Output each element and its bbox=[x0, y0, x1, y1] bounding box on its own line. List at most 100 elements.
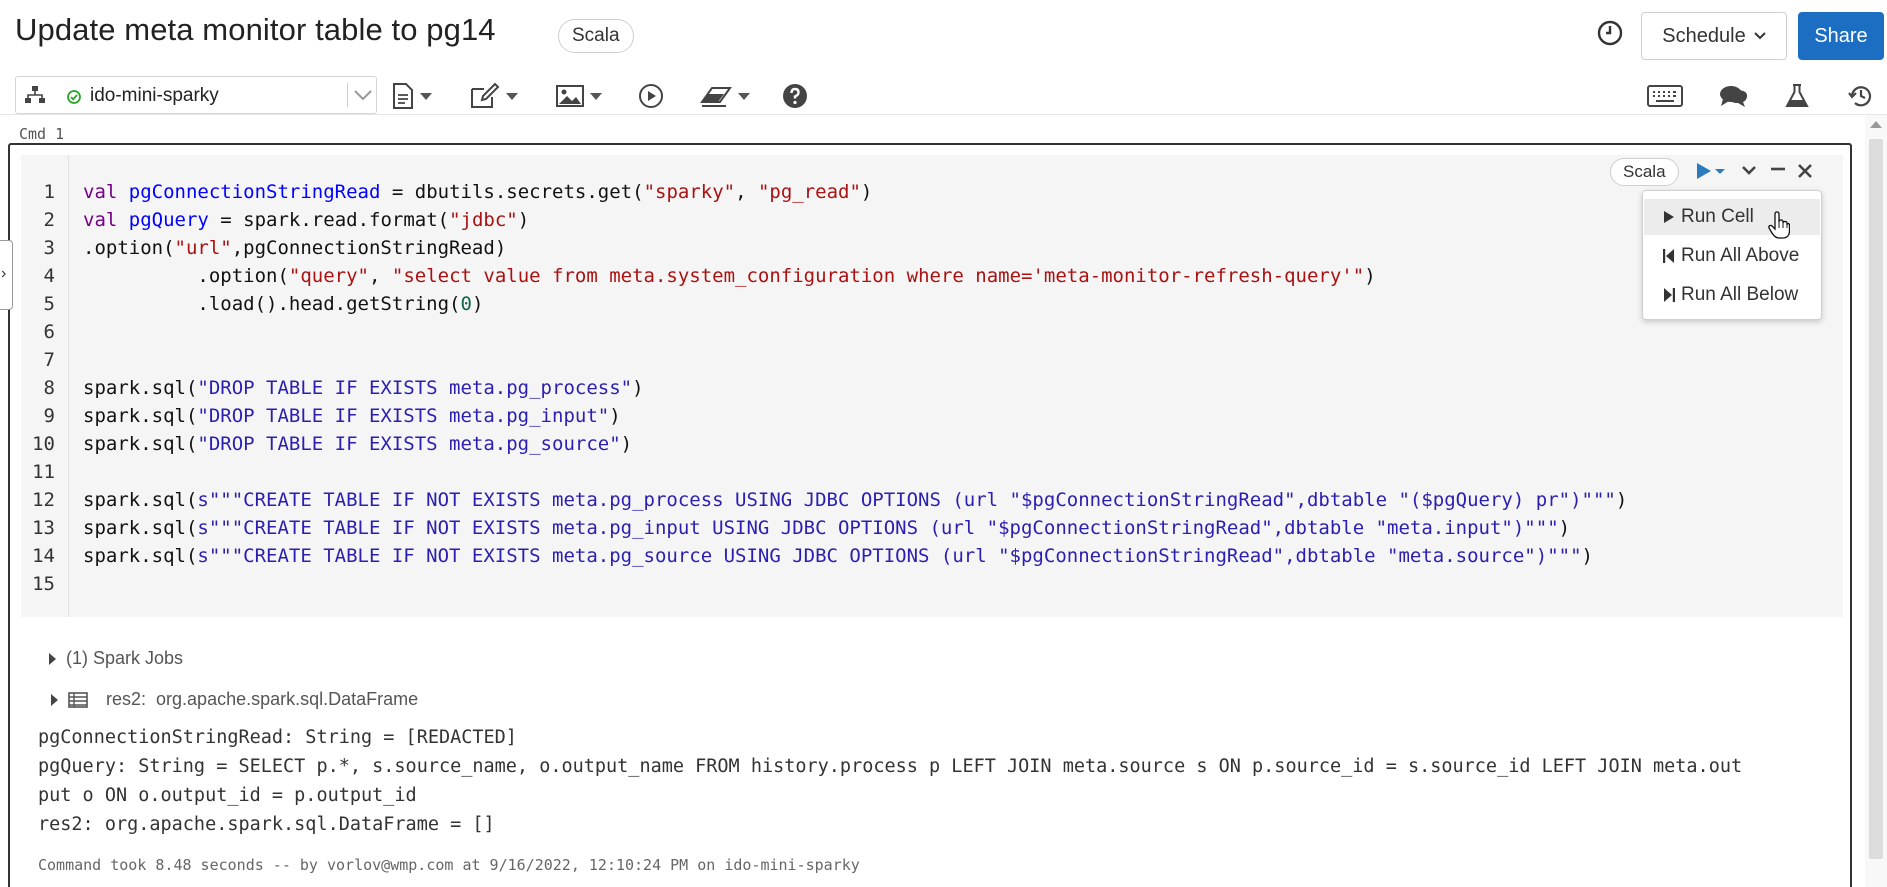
run-cell-button[interactable] bbox=[1696, 160, 1726, 182]
cluster-name: ido-mini-sparky bbox=[90, 85, 219, 106]
comments-button[interactable] bbox=[1719, 82, 1749, 110]
code-line-13: spark.sql(s"""CREATE TABLE IF NOT EXISTS… bbox=[83, 517, 1571, 539]
output-line: pgConnectionStringRead: String = [REDACT… bbox=[38, 727, 517, 748]
keyboard-shortcuts-button[interactable] bbox=[1647, 82, 1683, 110]
result-schema-toggle[interactable]: res2: org.apache.spark.sql.DataFrame bbox=[51, 689, 418, 710]
code-line-2: val pgQuery = spark.read.format("jdbc") bbox=[83, 209, 530, 231]
spark-jobs-toggle[interactable]: (1) Spark Jobs bbox=[49, 648, 183, 669]
cluster-tree-icon bbox=[25, 86, 45, 103]
code-line-8: spark.sql("DROP TABLE IF EXISTS meta.pg_… bbox=[83, 377, 644, 399]
schedule-button[interactable]: Schedule bbox=[1641, 12, 1787, 60]
result-name: res2: bbox=[106, 689, 147, 709]
menu-item-label: Run All Below bbox=[1681, 284, 1799, 305]
revision-history-icon bbox=[1848, 86, 1872, 107]
chevron-down-icon bbox=[1742, 166, 1756, 175]
output-line: put o ON o.output_id = p.output_id bbox=[38, 785, 417, 806]
delete-cell-button[interactable] bbox=[1798, 160, 1812, 182]
line-number: 10 bbox=[32, 433, 55, 455]
edit-menu-button[interactable] bbox=[470, 82, 518, 110]
play-circle-icon bbox=[639, 84, 663, 108]
view-menu-button[interactable] bbox=[556, 82, 602, 110]
play-icon bbox=[1697, 163, 1725, 179]
caret-down-icon bbox=[506, 92, 518, 100]
menu-item-run-all-below[interactable]: Run All Below bbox=[1644, 277, 1820, 313]
line-number-gutter: 1 2 3 4 5 6 7 8 9 10 11 12 13 14 15 bbox=[21, 155, 69, 617]
clock-icon[interactable] bbox=[1596, 19, 1624, 47]
cluster-running-icon bbox=[67, 90, 81, 104]
menu-item-label: Run Cell bbox=[1681, 206, 1754, 227]
line-number: 3 bbox=[43, 237, 55, 259]
code-line-9: spark.sql("DROP TABLE IF EXISTS meta.pg_… bbox=[83, 405, 621, 427]
caret-down-icon bbox=[420, 92, 432, 100]
schedule-label: Schedule bbox=[1662, 24, 1746, 47]
line-number: 1 bbox=[43, 181, 55, 203]
experiment-button[interactable] bbox=[1785, 82, 1809, 110]
chevron-down-icon bbox=[1753, 32, 1766, 40]
code-line-4: .option("query", "select value from meta… bbox=[83, 265, 1376, 287]
cluster-divider bbox=[347, 83, 348, 107]
line-number: 6 bbox=[43, 321, 55, 343]
line-number: 7 bbox=[43, 349, 55, 371]
code-line-1: val pgConnectionStringRead = dbutils.sec… bbox=[83, 181, 873, 203]
minus-icon bbox=[1771, 167, 1785, 171]
toolbar-divider bbox=[0, 114, 1887, 115]
minimize-cell-button[interactable] bbox=[1770, 160, 1786, 182]
code-line-10: spark.sql("DROP TABLE IF EXISTS meta.pg_… bbox=[83, 433, 633, 455]
line-number: 2 bbox=[43, 209, 55, 231]
command-took-footer: Command took 8.48 seconds -- by vorlov@w… bbox=[38, 856, 860, 874]
cell-menu-button[interactable] bbox=[1741, 160, 1757, 182]
line-number: 4 bbox=[43, 265, 55, 287]
sidebar-toggle[interactable]: › bbox=[0, 240, 13, 310]
run-dropdown-menu: Run Cell Run All Above Run All Below bbox=[1642, 190, 1822, 320]
notebook-language-badge[interactable]: Scala bbox=[558, 19, 634, 53]
line-number: 5 bbox=[43, 293, 55, 315]
clear-menu-button[interactable] bbox=[700, 82, 750, 110]
edit-icon bbox=[471, 83, 500, 108]
play-icon bbox=[1664, 211, 1674, 223]
flask-icon bbox=[1785, 84, 1809, 107]
run-above-icon bbox=[1663, 249, 1674, 263]
cluster-selector[interactable]: ido-mini-sparky bbox=[15, 76, 377, 114]
file-icon bbox=[393, 83, 413, 109]
file-menu-button[interactable] bbox=[392, 82, 432, 110]
line-number: 15 bbox=[32, 573, 55, 595]
help-button[interactable] bbox=[782, 82, 808, 110]
line-number: 13 bbox=[32, 517, 55, 539]
help-icon bbox=[783, 84, 807, 108]
line-number: 14 bbox=[32, 545, 55, 567]
image-icon bbox=[556, 85, 584, 107]
hand-pointer-icon bbox=[1768, 211, 1790, 239]
eraser-icon bbox=[700, 87, 732, 107]
line-number: 8 bbox=[43, 377, 55, 399]
share-button[interactable]: Share bbox=[1798, 12, 1884, 60]
run-all-button[interactable] bbox=[638, 82, 664, 110]
code-line-14: spark.sql(s"""CREATE TABLE IF NOT EXISTS… bbox=[83, 545, 1593, 567]
cmd-label: Cmd 1 bbox=[19, 125, 65, 143]
menu-item-run-all-above[interactable]: Run All Above bbox=[1644, 238, 1820, 274]
chevron-down-icon[interactable] bbox=[353, 89, 373, 101]
caret-down-icon bbox=[590, 92, 602, 100]
line-number: 9 bbox=[43, 405, 55, 427]
result-type: org.apache.spark.sql.DataFrame bbox=[156, 689, 419, 709]
code-line-12: spark.sql(s"""CREATE TABLE IF NOT EXISTS… bbox=[83, 489, 1628, 511]
menu-item-run-cell[interactable]: Run Cell bbox=[1644, 199, 1820, 235]
code-line-3: .option("url",pgConnectionStringRead) bbox=[83, 237, 507, 259]
line-number: 12 bbox=[32, 489, 55, 511]
caret-right-icon bbox=[49, 652, 56, 665]
caret-right-icon bbox=[51, 693, 58, 706]
output-line: res2: org.apache.spark.sql.DataFrame = [… bbox=[38, 814, 495, 835]
caret-down-icon bbox=[738, 92, 750, 100]
scrollbar-thumb[interactable] bbox=[1869, 139, 1883, 859]
chevron-right-icon: › bbox=[1, 265, 7, 282]
code-editor[interactable]: 1 2 3 4 5 6 7 8 9 10 11 12 13 14 15 val … bbox=[21, 155, 1843, 617]
spark-jobs-label: (1) Spark Jobs bbox=[66, 648, 184, 668]
code-line-5: .load().head.getString(0) bbox=[83, 293, 484, 315]
cell-language-badge[interactable]: Scala bbox=[1610, 158, 1679, 186]
keyboard-icon bbox=[1647, 85, 1683, 107]
run-below-icon bbox=[1664, 288, 1675, 302]
vertical-scrollbar[interactable] bbox=[1865, 115, 1887, 887]
table-icon bbox=[68, 691, 88, 708]
scroll-up-icon[interactable] bbox=[1870, 121, 1882, 128]
revision-history-button[interactable] bbox=[1848, 82, 1874, 110]
comments-icon bbox=[1720, 86, 1748, 107]
